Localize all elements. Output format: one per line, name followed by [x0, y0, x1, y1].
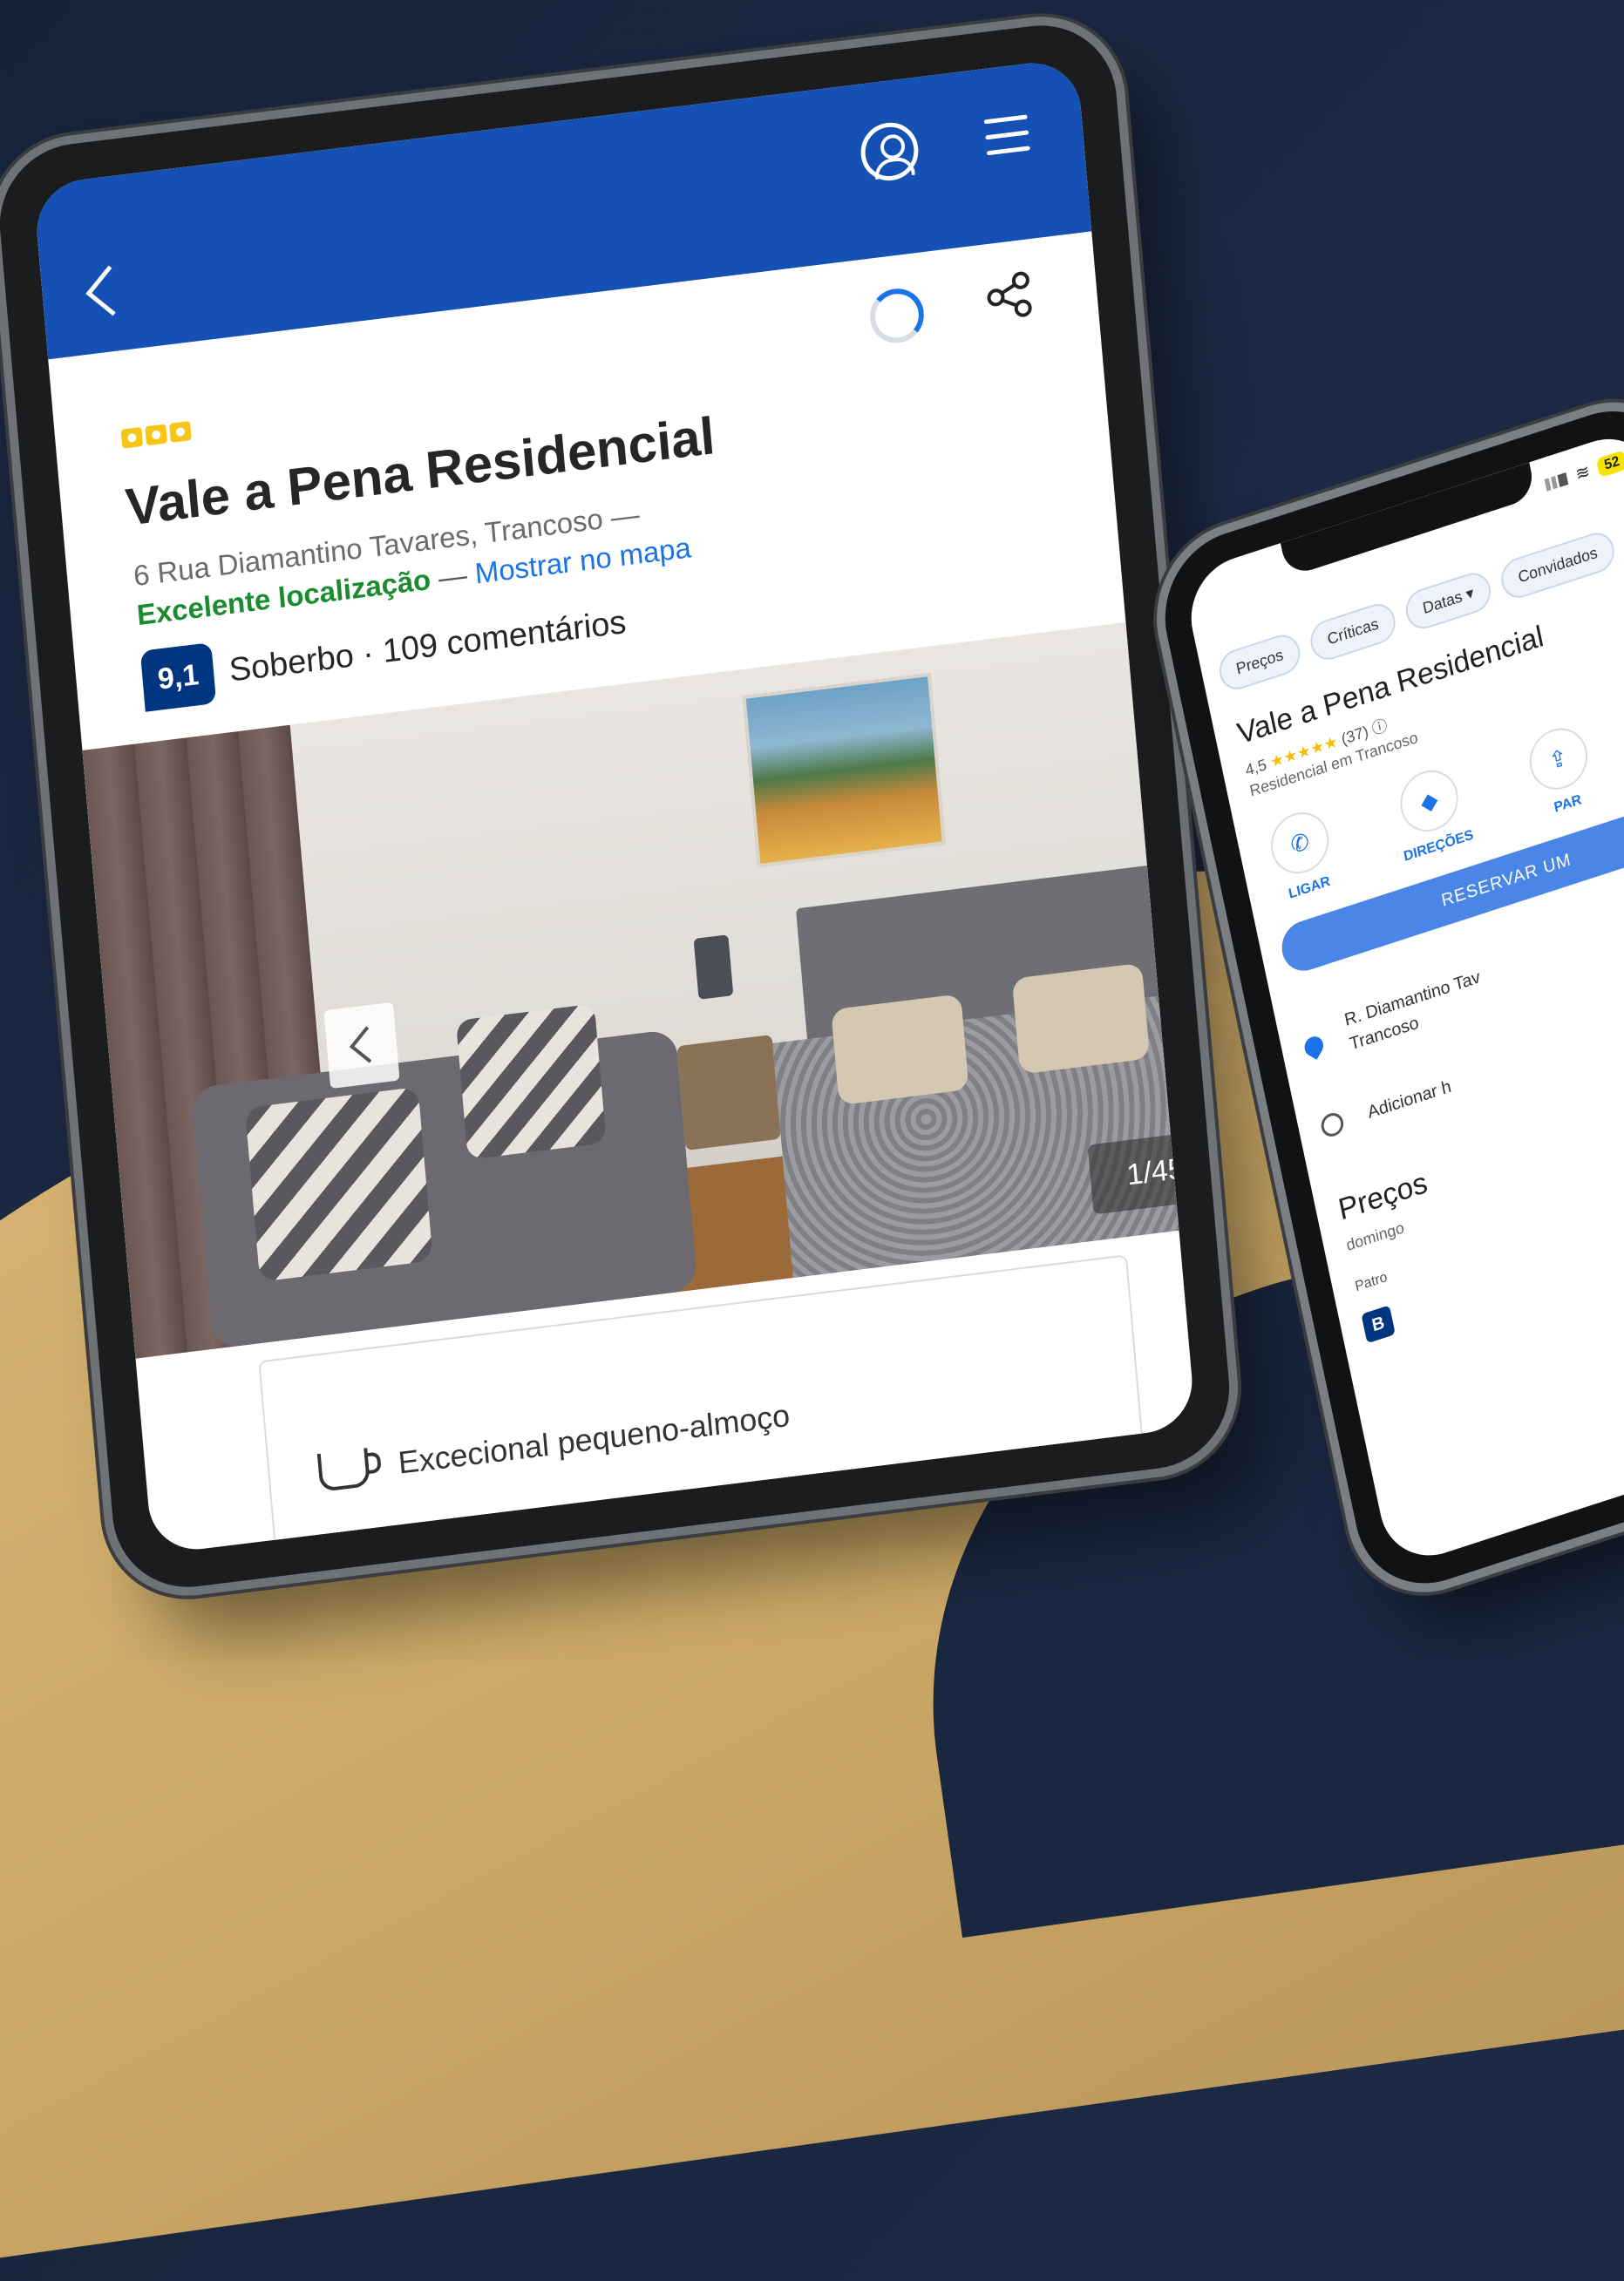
- battery-indicator: 52: [1595, 449, 1624, 478]
- address-text: R. Diamantino Tav Trancoso: [1342, 967, 1483, 1055]
- location-pin-icon: [1301, 1033, 1328, 1060]
- photo-cushion: [455, 1003, 607, 1160]
- highlight-text: Excecional pequeno-almoço: [397, 1396, 792, 1481]
- share-button[interactable]: ⇪ PAR: [1524, 720, 1598, 821]
- hours-row[interactable]: Adicionar h: [1319, 1075, 1453, 1140]
- highlight-row: Excecional pequeno-almoço: [316, 1396, 792, 1492]
- star-rating-icons: [120, 421, 192, 449]
- previous-photo-button[interactable]: [323, 1001, 400, 1090]
- tablet-screen: Vale a Pena Residencial 6 Rua Diamantino…: [32, 58, 1197, 1555]
- chip-dates[interactable]: Datas ▾: [1402, 567, 1495, 635]
- clock-icon: [1319, 1110, 1346, 1140]
- coffee-cup-icon: [316, 1448, 371, 1492]
- directions-button[interactable]: ◆ DIREÇÕES: [1389, 761, 1476, 866]
- directions-icon: ◆: [1394, 763, 1464, 839]
- address-row[interactable]: R. Diamantino Tav Trancoso: [1299, 965, 1487, 1071]
- tablet-device: Vale a Pena Residencial 6 Rua Diamantino…: [0, 17, 1236, 1596]
- share-icon: ⇪: [1524, 720, 1593, 798]
- account-icon[interactable]: [858, 119, 921, 184]
- phone-icon: ✆: [1265, 804, 1335, 882]
- call-label: LIGAR: [1287, 873, 1332, 902]
- photo-painting: [742, 672, 947, 868]
- photo-nightstand: [676, 1034, 781, 1151]
- location-separator: —: [429, 557, 477, 595]
- score-badge: 9,1: [139, 642, 217, 712]
- chip-guests[interactable]: Convidados: [1498, 527, 1619, 603]
- signal-icon: [1544, 472, 1569, 492]
- sponsored-label: Patro: [1354, 1269, 1389, 1295]
- photo-lamp: [693, 934, 734, 1000]
- share-icon[interactable]: [982, 267, 1038, 325]
- chip-prices[interactable]: Preços: [1215, 629, 1304, 695]
- prices-heading: Preços: [1335, 1165, 1430, 1227]
- photo-pillow: [831, 994, 969, 1106]
- rating-value: 4,5: [1243, 755, 1268, 780]
- directions-label: DIREÇÕES: [1402, 827, 1475, 865]
- wifi-icon: ≋: [1573, 461, 1592, 485]
- booking-logo-icon[interactable]: B: [1361, 1305, 1396, 1344]
- hamburger-menu-icon[interactable]: [983, 114, 1030, 158]
- call-button[interactable]: ✆ LIGAR: [1265, 804, 1340, 905]
- photo-pillow: [1011, 962, 1151, 1075]
- review-text: Soberbo · 109 comentários: [228, 603, 628, 689]
- share-label: PAR: [1553, 792, 1583, 816]
- photo-cushion: [244, 1086, 433, 1282]
- loading-spinner-icon: [867, 285, 927, 347]
- property-photo-gallery[interactable]: 1/45: [82, 621, 1179, 1359]
- chip-reviews[interactable]: Críticas: [1307, 599, 1399, 665]
- status-bar: ≋ 52: [1544, 448, 1624, 495]
- hours-text: Adicionar h: [1365, 1076, 1453, 1123]
- back-arrow-icon[interactable]: [85, 265, 136, 316]
